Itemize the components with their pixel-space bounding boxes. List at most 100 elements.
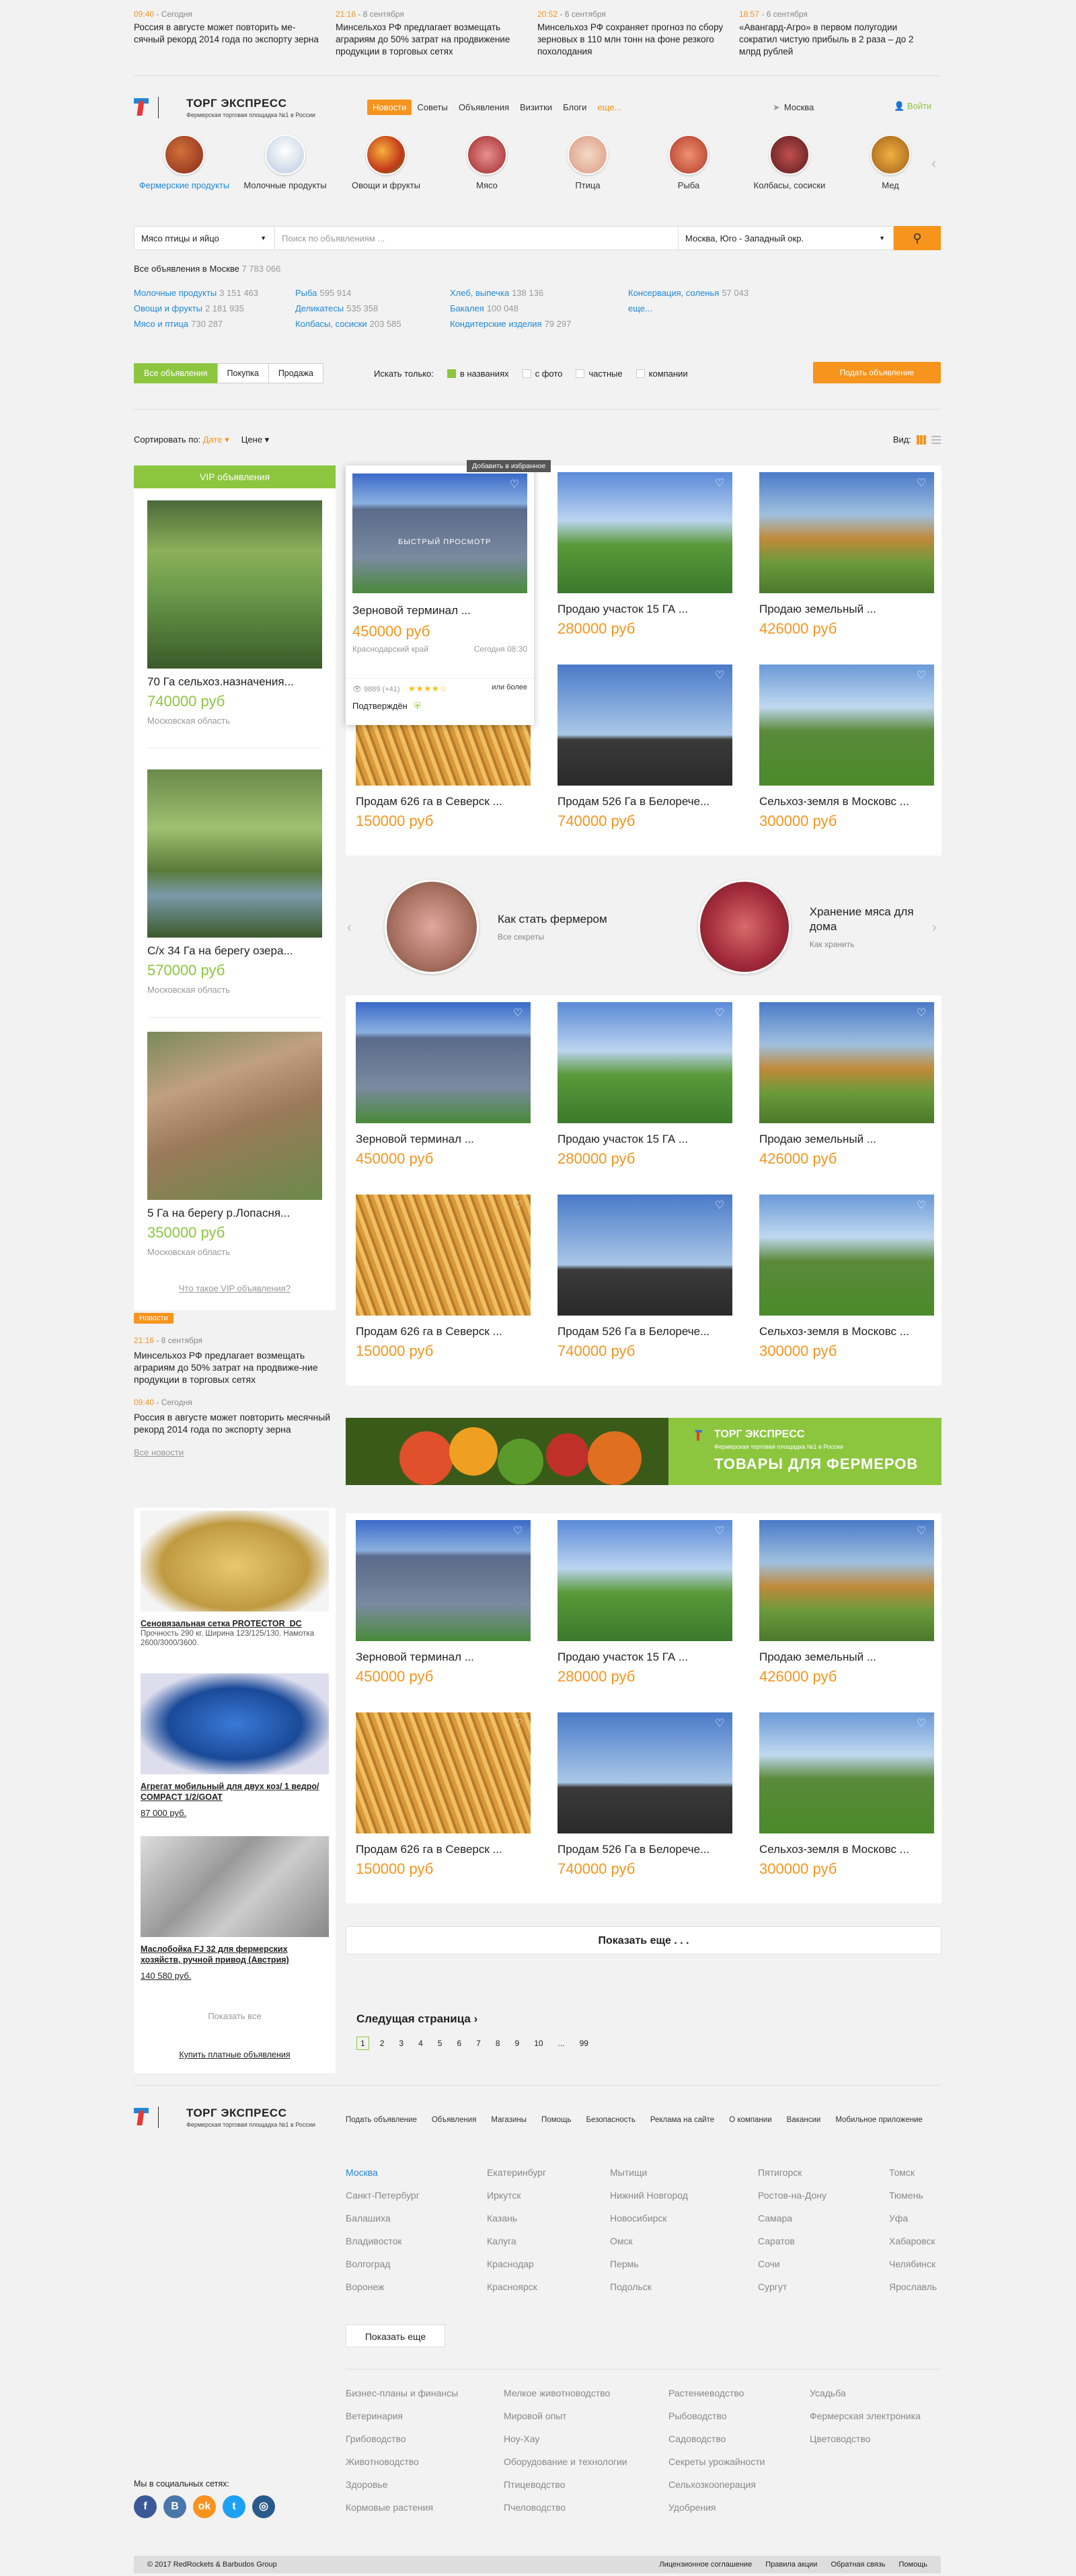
check-in-titles[interactable]: в названиях [447, 369, 509, 379]
category-poultry[interactable]: Птица [537, 135, 638, 209]
check-with-photo[interactable]: с фото [522, 369, 562, 379]
listing-card[interactable]: ♡ Продам 526 Га в Белорече... 740000 руб [558, 665, 732, 830]
category-link[interactable]: Бакалея 100 048 [450, 303, 628, 313]
topic-link[interactable]: Садоводство [668, 2433, 810, 2444]
search-button[interactable]: ⚲ [894, 226, 941, 250]
topic-link[interactable]: Ноу-Хау [504, 2433, 668, 2444]
city-link[interactable]: Волгоград [346, 2259, 487, 2269]
grid-view-icon[interactable] [917, 434, 926, 445]
heart-icon[interactable]: ♡ [915, 1718, 927, 1730]
footer-link[interactable]: Подать объявление [346, 2116, 417, 2124]
footer-link[interactable]: Помощь [899, 2556, 928, 2573]
login-link[interactable]: 👤 Войти [894, 101, 931, 112]
tab-all[interactable]: Все объявления [134, 363, 218, 383]
heart-icon[interactable]: ♡ [915, 1200, 927, 1212]
search-input[interactable]: Поиск по объявлениям ... [275, 226, 679, 250]
city-link[interactable]: Самара [758, 2213, 889, 2224]
city-selector[interactable]: ➤ Москва [773, 102, 814, 113]
news-item[interactable]: 21:16 - 8 сентября Минсельхоз РФ предлага… [134, 1336, 336, 1386]
topic-link[interactable]: Рыбоводство [668, 2411, 810, 2421]
footer-link[interactable]: Помощь [541, 2116, 571, 2124]
tab-buy[interactable]: Покупка [217, 363, 269, 383]
category-link[interactable]: Консервация, соленья 57 043 [628, 288, 806, 298]
category-link[interactable]: Молочные продукты 3 151 463 [134, 288, 295, 298]
city-link[interactable]: Новосибирск [610, 2213, 758, 2224]
check-private[interactable]: частные [576, 369, 623, 379]
footer-link[interactable]: Реклама на сайте [650, 2116, 714, 2124]
topic-link[interactable]: Мировой опыт [504, 2411, 668, 2421]
topic-link[interactable]: Ветеринария [346, 2411, 504, 2421]
footer-link[interactable]: Магазины [491, 2116, 527, 2124]
footer-link[interactable]: Правила акции [765, 2556, 817, 2573]
heart-icon[interactable]: ♡ [714, 1008, 726, 1020]
city-link[interactable]: Краснодар [487, 2259, 610, 2269]
nav-cards[interactable]: Визитки [514, 100, 558, 115]
heart-icon[interactable]: ♡ [714, 670, 726, 682]
listing-card[interactable]: ♡ Продам 526 Га в Белорече... 740000 руб [558, 1195, 732, 1360]
post-ad-button[interactable]: Подать объявление [813, 362, 941, 383]
page-link[interactable]: 4 [414, 2037, 427, 2049]
chevron-left-icon[interactable]: ‹ [931, 155, 936, 172]
heart-icon[interactable]: ♡ [714, 1718, 726, 1730]
category-link[interactable]: Овощи и фрукты 2 181 935 [134, 303, 295, 313]
topic-link[interactable]: Секреты урожайности [668, 2456, 810, 2467]
topic-link[interactable]: Растениеводство [668, 2388, 810, 2398]
topic-link[interactable]: Кормовые растения [346, 2502, 504, 2513]
ad-banner[interactable]: ТОРГ ЭКСПРЕСС Фермерская торговая площад… [346, 1418, 942, 1485]
page-link[interactable]: 7 [472, 2037, 485, 2049]
city-link[interactable]: Балашиха [346, 2213, 487, 2224]
topic-link[interactable]: Оборудование и технологии [504, 2456, 668, 2467]
city-link[interactable]: Саратов [758, 2236, 889, 2246]
category-link[interactable]: Мясо и птица 730 287 [134, 319, 295, 329]
city-link[interactable]: Иркутск [487, 2190, 610, 2201]
page-link[interactable]: 5 [434, 2037, 447, 2049]
listing-card[interactable]: ♡ Продаю участок 15 ГА ... 280000 руб [558, 472, 732, 638]
heart-icon[interactable]: ♡ [915, 478, 927, 490]
city-link[interactable]: Сургут [758, 2281, 889, 2292]
category-link[interactable]: Кондитерские изделия 79 297 [450, 319, 628, 329]
instagram-icon[interactable]: ◎ [252, 2495, 275, 2518]
category-fish[interactable]: Рыба [638, 135, 739, 209]
chevron-right-icon[interactable]: › [932, 920, 937, 936]
page-link[interactable]: 99 [576, 2037, 592, 2049]
listing-card[interactable]: ♡ Продаю земельный ... 426000 руб [759, 1520, 934, 1685]
city-link[interactable]: Мытищи [610, 2167, 758, 2178]
listing-card[interactable]: ♡ Продаю участок 15 ГА ... 280000 руб [558, 1002, 732, 1168]
listing-card[interactable]: ♡ Продам 626 га в Северск ... 150000 руб [356, 1195, 531, 1360]
page-link[interactable]: 6 [453, 2037, 465, 2049]
category-link-more[interactable]: еще... [628, 303, 806, 313]
city-link[interactable]: Уфа [889, 2213, 942, 2224]
shop-item[interactable]: Сеновязальная сетка PROTECTOR_DC Прочност… [141, 1511, 329, 1648]
heart-icon[interactable]: ♡ [508, 479, 521, 491]
top-news-item[interactable]: 09:40 - Сегодня Россия в августе может по… [134, 9, 336, 70]
page-link[interactable]: 8 [492, 2037, 504, 2049]
list-view-icon[interactable] [931, 435, 941, 444]
city-link[interactable]: Томск [889, 2167, 942, 2178]
city-link[interactable]: Калуга [487, 2236, 610, 2246]
heart-icon[interactable]: ♡ [512, 1200, 524, 1212]
article-card[interactable]: Хранение мяса для дома Как хранить [698, 880, 942, 974]
listing-card[interactable]: ♡ Зерновой терминал ... 450000 руб [356, 1520, 531, 1685]
topic-link[interactable]: Мелкое животноводство [504, 2388, 668, 2398]
heart-icon[interactable]: ♡ [714, 1525, 726, 1538]
listing-card[interactable]: ♡ Продаю земельный ... 426000 руб [759, 472, 934, 638]
page-link[interactable]: 10 [530, 2037, 547, 2049]
brand-name[interactable]: ТОРГ ЭКСПРЕСС [186, 97, 286, 110]
show-more-button[interactable]: Показать еще . . . [346, 1926, 942, 1955]
facebook-icon[interactable]: f [134, 2495, 157, 2518]
city-link[interactable]: Ярославль [889, 2281, 942, 2292]
listing-card[interactable]: ♡ Продаю участок 15 ГА ... 280000 руб [558, 1520, 732, 1685]
nav-blogs[interactable]: Блоги [558, 100, 592, 115]
footer-logo[interactable]: ТОРГ ЭКСПРЕСС Фермерская торговая площад… [134, 2104, 336, 2131]
topic-link[interactable]: Животноводство [346, 2456, 504, 2467]
city-link[interactable]: Нижний Новгород [610, 2190, 758, 2201]
listing-card[interactable]: ♡ Продаю земельный ... 426000 руб [759, 1002, 934, 1168]
show-all-link[interactable]: Показать все [134, 2011, 336, 2021]
city-link[interactable]: Ростов-на-Дону [758, 2190, 889, 2201]
shop-item[interactable]: Маслобойка FJ 32 для фермерских хозяйств… [141, 1836, 329, 1981]
category-dairy[interactable]: Молочные продукты [235, 135, 336, 209]
city-link[interactable]: Пермь [610, 2259, 758, 2269]
topic-link[interactable]: Цветоводство [810, 2433, 942, 2444]
sort-by-price[interactable]: Цене ▾ [241, 434, 269, 445]
heart-icon[interactable]: ♡ [512, 1718, 524, 1730]
